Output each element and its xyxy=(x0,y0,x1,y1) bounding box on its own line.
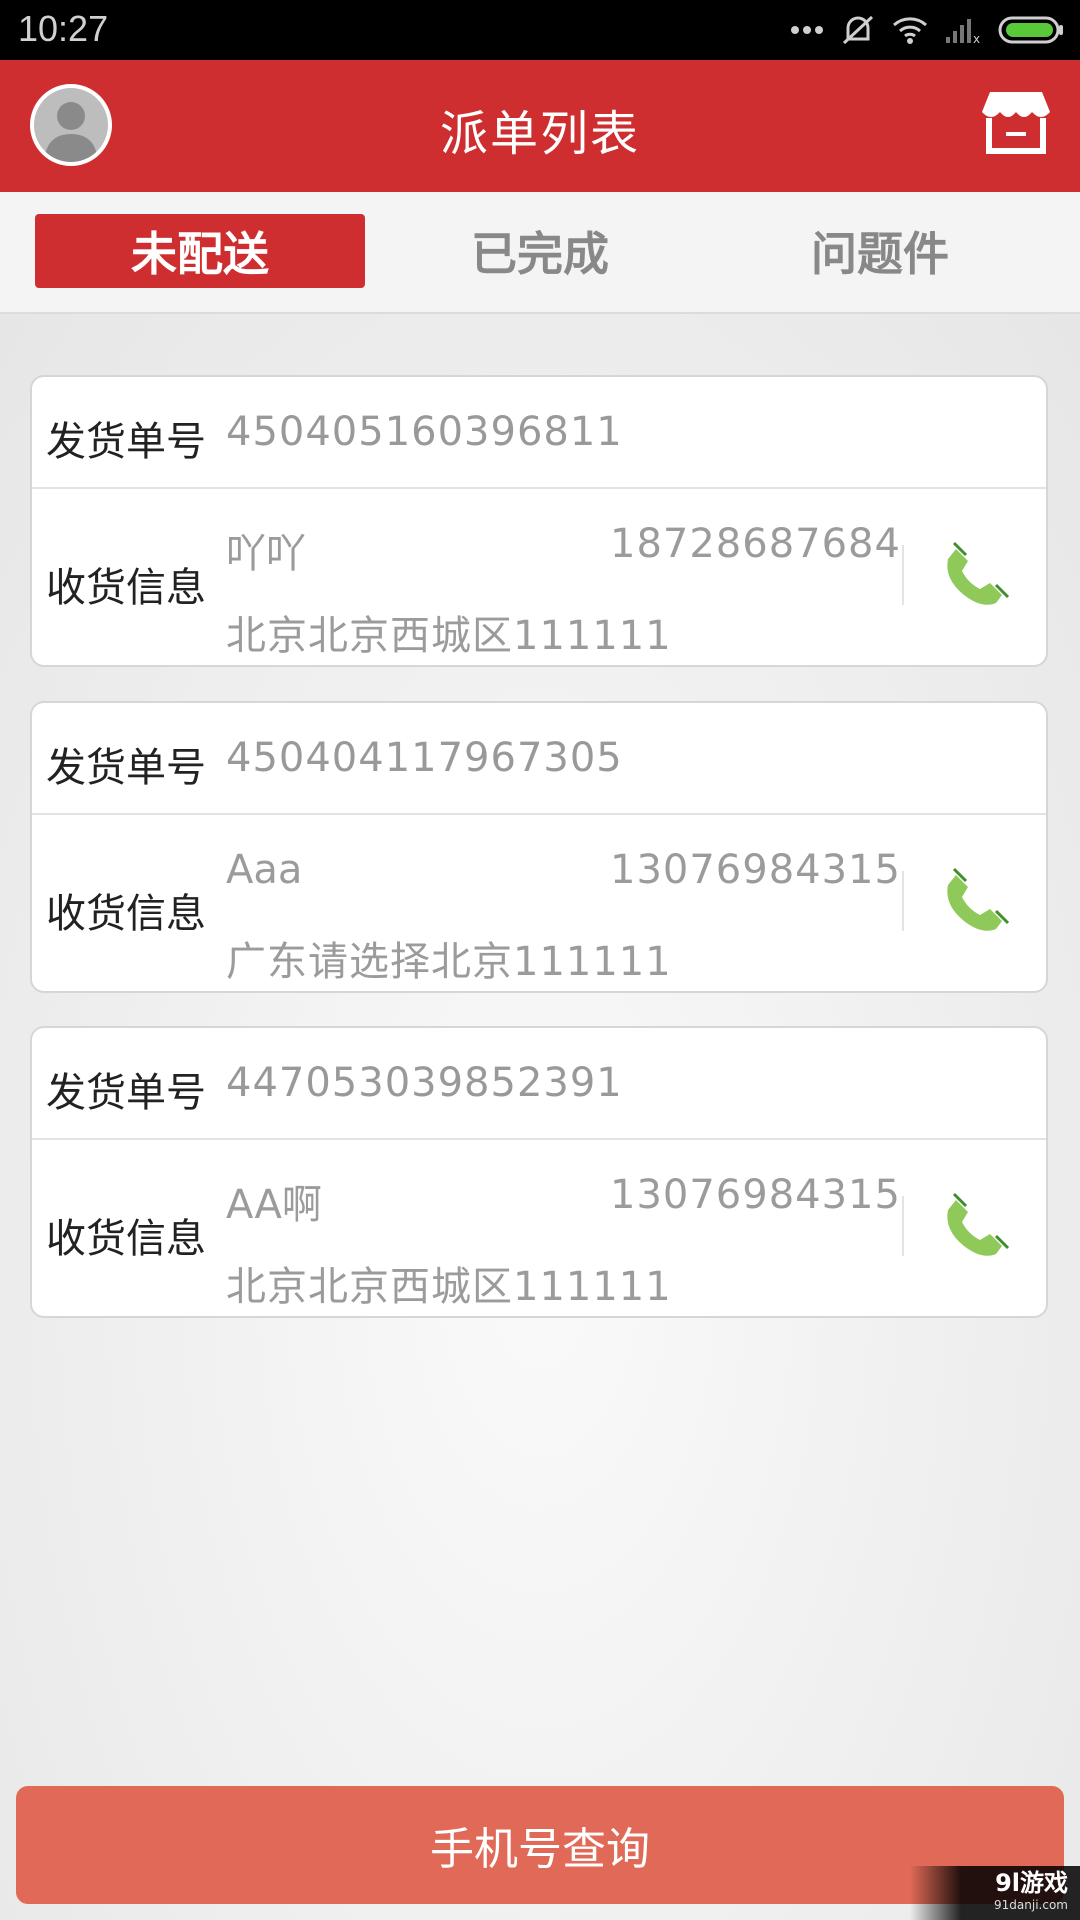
receiver-info-label: 收货信息 xyxy=(46,1216,206,1262)
order-number-label: 发货单号 xyxy=(46,745,206,791)
site-watermark: 9l游戏 91danji.com xyxy=(910,1866,1080,1920)
phone-call-icon xyxy=(947,867,1010,931)
receiver-info-label: 收货信息 xyxy=(46,565,206,611)
wifi-icon xyxy=(893,17,927,44)
receiver-name: AA啊 xyxy=(226,1182,322,1228)
receiver-name: 吖吖 xyxy=(226,531,306,577)
status-bar: 10:27 x xyxy=(0,0,1080,60)
receiver-address: 北京北京西城区111111 xyxy=(226,1264,672,1310)
order-number: 447053039852391 xyxy=(226,1060,623,1106)
mute-icon xyxy=(842,15,874,45)
page-title: 派单列表 xyxy=(439,106,640,162)
receiver-address: 广东请选择北京111111 xyxy=(226,939,672,985)
order-number: 450405160396811 xyxy=(226,409,623,455)
store-icon xyxy=(982,92,1050,154)
svg-text:x: x xyxy=(973,32,980,45)
order-number-row: 发货单号 447053039852391 xyxy=(32,1028,1046,1140)
watermark-logo-text: 9l游戏 xyxy=(995,1869,1068,1897)
app-header: 派单列表 xyxy=(0,60,1080,192)
status-tabs: 未配送 已完成 问题件 xyxy=(0,192,1080,314)
divider xyxy=(902,1196,904,1256)
receiver-phone: 18728687684 xyxy=(610,521,901,567)
watermark-url: 91danji.com xyxy=(994,1898,1068,1912)
divider xyxy=(902,545,904,605)
order-number-row: 发货单号 450404117967305 xyxy=(32,703,1046,815)
phone-call-icon xyxy=(947,1192,1010,1256)
call-button[interactable] xyxy=(934,865,1012,943)
signal-icon: x xyxy=(946,19,980,45)
receiver-name: Aaa xyxy=(226,847,303,893)
receiver-address: 北京北京西城区111111 xyxy=(226,613,672,659)
phone-call-icon xyxy=(947,541,1010,605)
tab-undelivered[interactable]: 未配送 xyxy=(35,214,365,288)
order-card[interactable]: 发货单号 450405160396811 收货信息 吖吖 18728687684… xyxy=(30,375,1048,667)
order-number-row: 发货单号 450405160396811 xyxy=(32,377,1046,489)
order-number-label: 发货单号 xyxy=(46,419,206,465)
order-number: 450404117967305 xyxy=(226,735,623,781)
call-button[interactable] xyxy=(934,539,1012,617)
receiver-phone: 13076984315 xyxy=(610,1172,901,1218)
status-icons: x xyxy=(790,12,1066,48)
more-dots-icon xyxy=(791,26,823,34)
tab-problem[interactable]: 问题件 xyxy=(715,214,1045,288)
order-card[interactable]: 发货单号 447053039852391 收货信息 AA啊 1307698431… xyxy=(30,1026,1048,1318)
receiver-phone: 13076984315 xyxy=(610,847,901,893)
order-card[interactable]: 发货单号 450404117967305 收货信息 Aaa 1307698431… xyxy=(30,701,1048,993)
store-button[interactable] xyxy=(980,88,1052,160)
battery-icon xyxy=(998,16,1063,44)
call-button[interactable] xyxy=(934,1190,1012,1268)
order-number-label: 发货单号 xyxy=(46,1070,206,1116)
order-list-area: 发货单号 450405160396811 收货信息 吖吖 18728687684… xyxy=(0,314,1080,1920)
receiver-info-label: 收货信息 xyxy=(46,891,206,937)
divider xyxy=(902,871,904,931)
tab-completed[interactable]: 已完成 xyxy=(375,214,705,288)
status-time: 10:27 xyxy=(18,8,109,49)
phone-search-button[interactable]: 手机号查询 xyxy=(16,1786,1064,1904)
